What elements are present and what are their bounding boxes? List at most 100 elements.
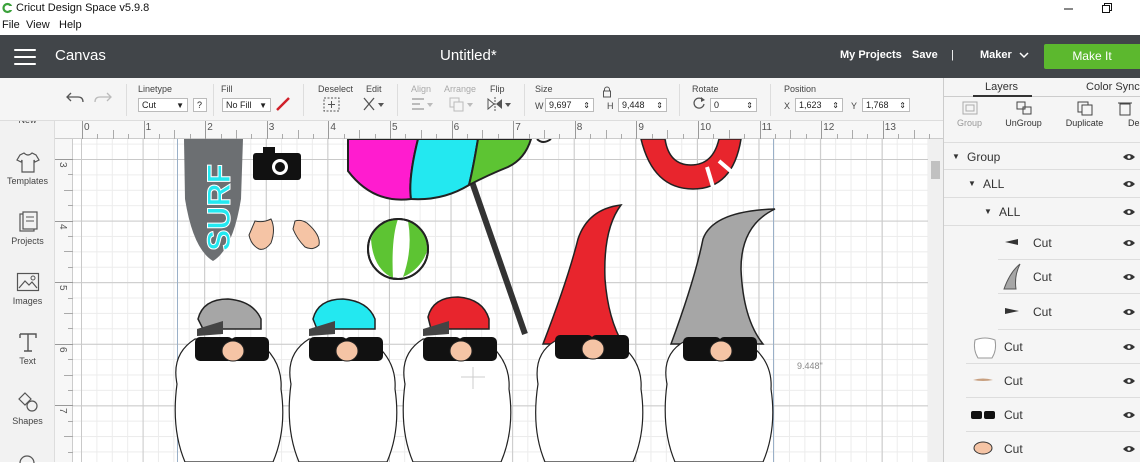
position-x-input[interactable]: 1,623 ⇕ xyxy=(795,98,843,112)
layer-row-cut[interactable]: Cut xyxy=(998,294,1140,330)
layer-row-all[interactable]: ▼ ALL xyxy=(944,170,1140,198)
machine-select[interactable]: Maker xyxy=(980,49,1012,61)
align-icon xyxy=(412,98,433,110)
ruler-tick-label: 3 xyxy=(57,162,68,168)
deselect-label: Deselect xyxy=(318,84,354,94)
shirt-icon xyxy=(15,152,40,173)
eye-icon[interactable] xyxy=(1123,180,1135,188)
fill-value: No Fill xyxy=(226,100,252,110)
layer-thumbnail-icon xyxy=(1005,239,1018,245)
templates-button[interactable]: Templates xyxy=(0,151,55,186)
section-title: Canvas xyxy=(55,47,106,64)
projects-button[interactable]: Projects xyxy=(0,211,55,246)
rotate-icon[interactable] xyxy=(692,96,706,110)
ruler-tick-label: 5 xyxy=(57,285,68,291)
ruler-tick-label: 9 xyxy=(638,122,644,133)
hamburger-menu-icon[interactable] xyxy=(14,49,36,65)
menu-file[interactable]: File xyxy=(2,19,20,31)
delete-button[interactable]: Del xyxy=(1116,100,1140,128)
ruler-tick xyxy=(513,121,515,139)
chevron-down-icon[interactable] xyxy=(1019,52,1029,59)
rotate-input[interactable]: 0 ⇕ xyxy=(710,98,757,112)
images-button[interactable]: Images xyxy=(0,271,55,306)
layer-label: Group xyxy=(967,150,1001,164)
canvas-vertical-scrollbar[interactable] xyxy=(928,139,943,462)
height-input[interactable]: 9,448 ⇕ xyxy=(618,98,667,112)
design-canvas[interactable]: 9.448" SURF xyxy=(73,139,928,462)
shapes-button[interactable]: Shapes xyxy=(0,391,55,426)
ruler-tick-label: 7 xyxy=(57,408,68,414)
layer-row-cut[interactable]: Cut xyxy=(966,330,1140,364)
linetype-label: Linetype xyxy=(138,84,173,94)
restore-icon[interactable] xyxy=(1102,3,1112,13)
eye-icon[interactable] xyxy=(1123,273,1135,281)
eye-icon[interactable] xyxy=(1123,411,1135,419)
surfboard-image: SURF xyxy=(184,139,243,261)
menu-help[interactable]: Help xyxy=(59,19,82,31)
eye-icon[interactable] xyxy=(1123,153,1135,161)
fill-label: Fill xyxy=(221,84,233,94)
layer-row-cut[interactable]: Cut xyxy=(966,398,1140,432)
layer-thumbnail-icon xyxy=(973,441,993,455)
flip-label: Flip xyxy=(490,84,505,94)
gnome-gray-cap xyxy=(174,298,284,462)
eye-icon[interactable] xyxy=(1123,445,1135,453)
layer-row-cut[interactable]: Cut xyxy=(966,432,1140,462)
height-label: H xyxy=(607,101,614,111)
document-title: Untitled* xyxy=(440,47,497,64)
layer-row-group[interactable]: ▼ Group xyxy=(944,142,1140,170)
redo-icon[interactable] xyxy=(94,90,112,104)
flip-icon[interactable] xyxy=(486,96,512,112)
tab-color-sync[interactable]: Color Sync xyxy=(1086,81,1140,93)
layer-thumbnail-icon xyxy=(1005,308,1019,314)
save-button[interactable]: Save xyxy=(912,49,938,61)
layer-row-all-nested[interactable]: ▼ ALL xyxy=(944,198,1140,226)
projects-icon xyxy=(18,211,38,232)
ruler-tick-label: 5 xyxy=(392,122,398,133)
undo-icon[interactable] xyxy=(66,90,84,104)
surf-text: SURF xyxy=(201,164,237,251)
layer-row-cut[interactable]: Cut xyxy=(998,260,1140,294)
gnome-gray-hat xyxy=(664,337,774,462)
eye-icon[interactable] xyxy=(1123,343,1135,351)
eye-icon[interactable] xyxy=(1123,377,1135,385)
collapse-caret-icon[interactable]: ▼ xyxy=(984,207,992,216)
linetype-help-button[interactable]: ? xyxy=(193,98,207,112)
width-input[interactable]: 9,697 ⇕ xyxy=(545,98,594,112)
make-it-button[interactable]: Make It xyxy=(1044,44,1140,69)
shapes-label: Shapes xyxy=(12,416,43,426)
eye-icon[interactable] xyxy=(1123,239,1135,247)
layer-row-cut[interactable]: Cut xyxy=(966,364,1140,398)
deselect-icon[interactable] xyxy=(323,97,341,113)
collapse-caret-icon[interactable]: ▼ xyxy=(968,179,976,188)
position-y-label: Y xyxy=(851,101,858,111)
minimize-icon[interactable] xyxy=(1064,4,1074,14)
group-button[interactable]: Group xyxy=(942,100,997,128)
menu-view[interactable]: View xyxy=(26,19,50,31)
position-y-input[interactable]: 1,768 ⇕ xyxy=(862,98,910,112)
ruler-tick xyxy=(451,121,453,139)
text-button[interactable]: Text xyxy=(0,331,55,366)
ruler-tick-label: 0 xyxy=(84,122,90,133)
ruler-tick-label: 6 xyxy=(453,122,460,133)
image-icon xyxy=(16,272,39,292)
linetype-select[interactable]: Cut ▼ xyxy=(138,98,188,112)
layer-row-cut[interactable]: Cut xyxy=(998,226,1140,260)
tab-layers[interactable]: Layers xyxy=(972,81,1033,97)
text-label: Text xyxy=(19,356,36,366)
position-x-value: 1,623 xyxy=(799,100,822,110)
lock-icon[interactable] xyxy=(602,86,612,98)
duplicate-button[interactable]: Duplicate xyxy=(1057,100,1112,128)
pen-color-icon[interactable] xyxy=(275,96,291,112)
delete-icon xyxy=(1118,102,1132,116)
my-projects-button[interactable]: My Projects xyxy=(840,49,902,61)
edit-toolbar: Linetype Cut ▼ ? Fill No Fill ▼ Deselect E… xyxy=(0,78,943,121)
fill-select[interactable]: No Fill ▼ xyxy=(222,98,271,112)
collapse-caret-icon[interactable]: ▼ xyxy=(952,152,960,161)
edit-icon[interactable] xyxy=(362,96,386,112)
eye-icon[interactable] xyxy=(1123,308,1135,316)
eye-icon[interactable] xyxy=(1123,208,1135,216)
design-artwork[interactable]: SURF xyxy=(73,139,928,462)
ungroup-button[interactable]: UnGroup xyxy=(996,100,1051,128)
ruler-tick xyxy=(55,159,73,160)
